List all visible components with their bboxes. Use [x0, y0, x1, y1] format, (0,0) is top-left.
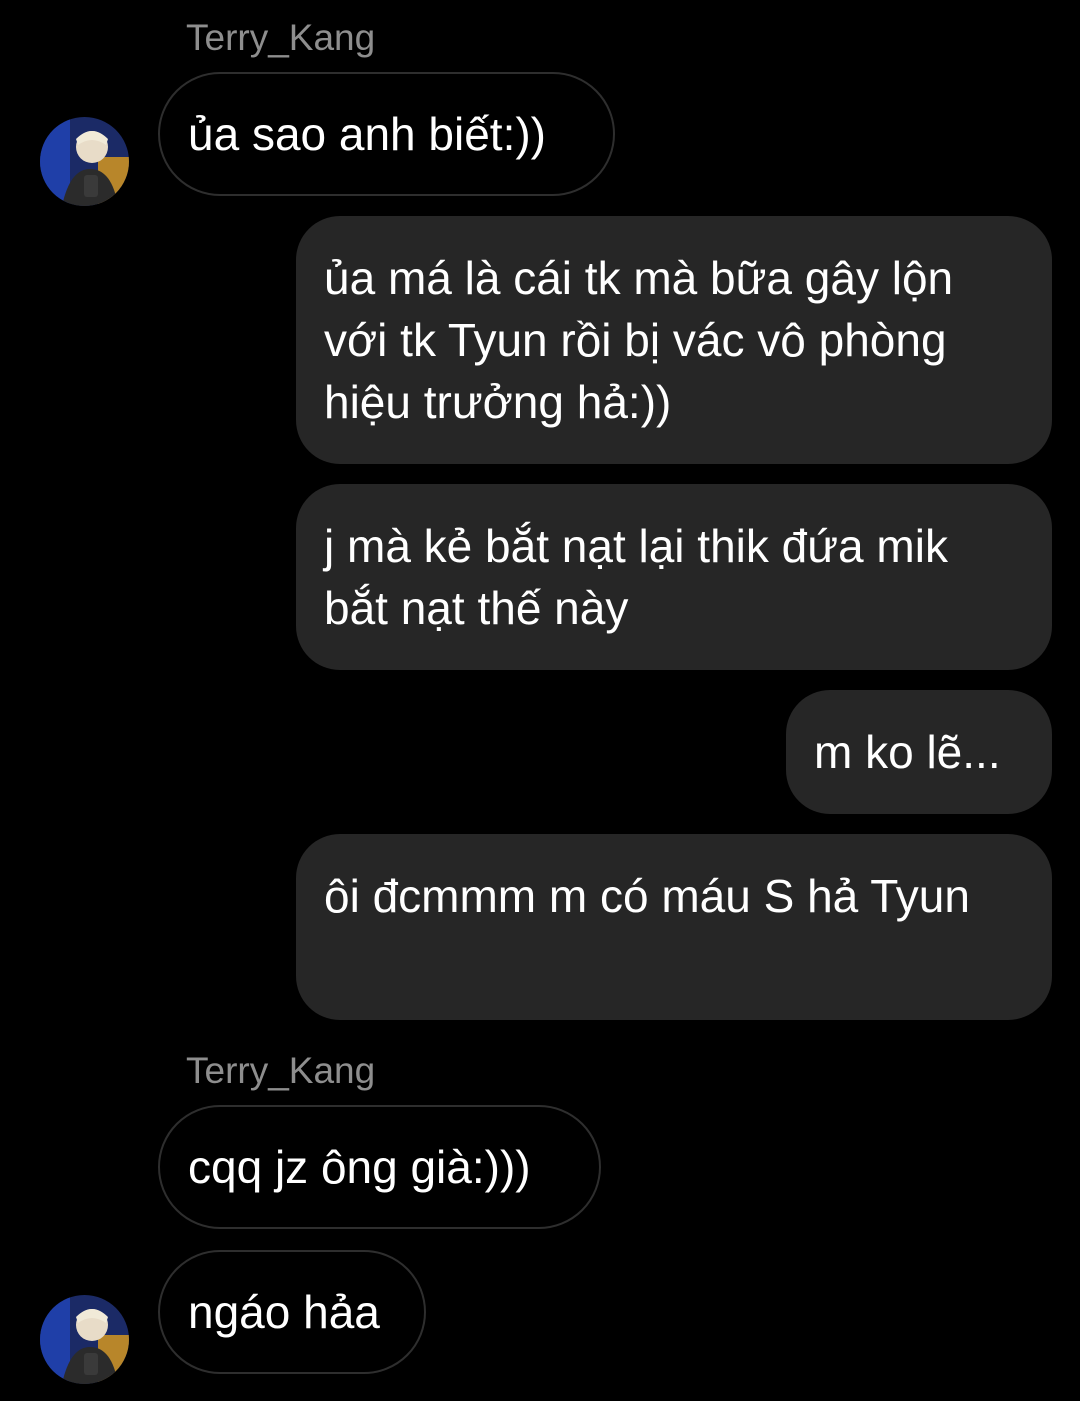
avatar-photo-icon — [40, 117, 129, 206]
avatar[interactable] — [40, 117, 129, 206]
sender-name: Terry_Kang — [186, 17, 376, 58]
message-incoming[interactable]: ngáo hảa — [158, 1250, 426, 1374]
message-outgoing[interactable]: ôi đcmmm m có máu S hả Tyun — [296, 834, 1052, 1020]
chat-thread: Terry_Kang ủa sao anh biết:)) ủa má là c… — [0, 0, 1080, 1401]
message-outgoing[interactable]: j mà kẻ bắt nạt lại thik đứa mik bắt nạt… — [296, 484, 1052, 670]
avatar[interactable] — [40, 1295, 129, 1384]
message-outgoing[interactable]: m ko lẽ... — [786, 690, 1052, 814]
message-incoming[interactable]: ủa sao anh biết:)) — [158, 72, 615, 196]
message-incoming[interactable]: cqq jz ông già:))) — [158, 1105, 601, 1229]
avatar-photo-icon — [40, 1295, 129, 1384]
sender-name: Terry_Kang — [186, 1050, 376, 1091]
message-outgoing[interactable]: ủa má là cái tk mà bữa gây lộn với tk Ty… — [296, 216, 1052, 464]
